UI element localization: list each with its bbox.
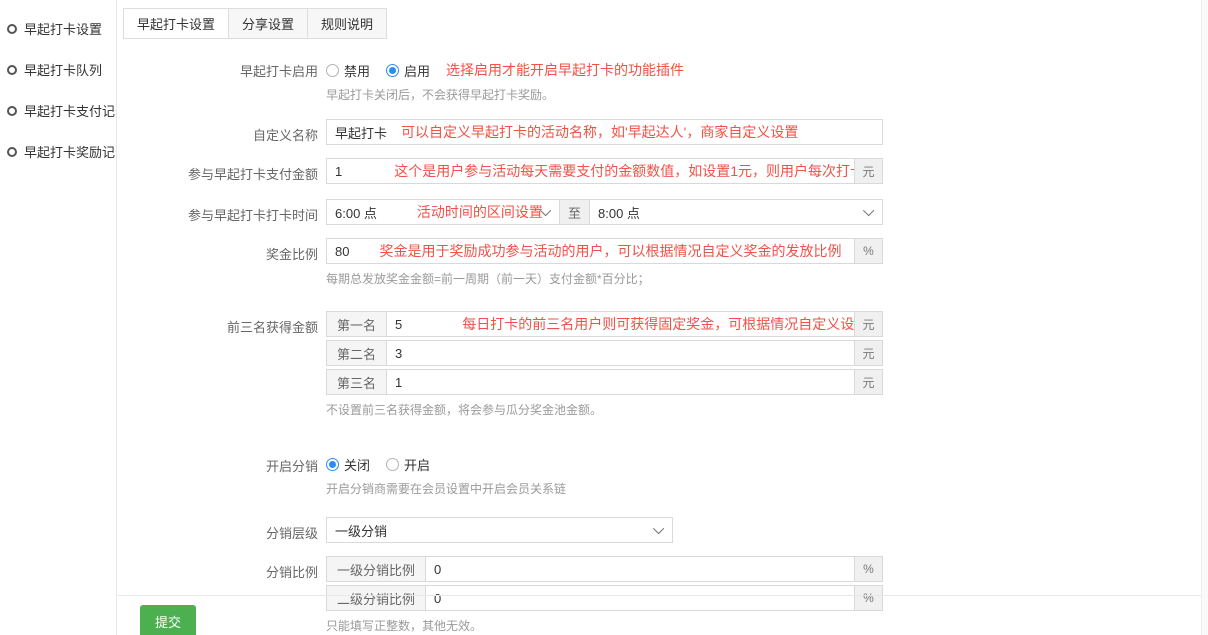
chevron-down-icon <box>863 205 874 216</box>
row-pay-amount: 参与早起打卡支付金额 1 这个是用户参与活动每天需要支付的金额数值，如设置1元，… <box>118 158 1208 184</box>
unit-suffix: % <box>854 239 882 263</box>
input-value: 5 <box>395 317 402 332</box>
top3-third-input[interactable]: 第三名 1 元 <box>326 369 883 395</box>
sidebar-item-label: 早起打卡支付记录 <box>24 101 116 120</box>
circle-icon <box>7 147 17 157</box>
rank-prefix: 第二名 <box>327 341 387 365</box>
input-value: 3 <box>395 346 402 361</box>
radio-off-icon <box>326 64 339 77</box>
row-distribution: 开启分销 关闭 开启 开启分销商需要在会员设置中开启会员关系链 <box>118 450 1208 497</box>
field-help: 开启分销商需要在会员设置中开启会员关系链 <box>326 480 883 497</box>
input-value: 0 <box>434 562 441 577</box>
field-label: 开启分销 <box>118 450 326 475</box>
input-value: 1 <box>395 375 402 390</box>
time-end-select[interactable]: 8:00 点 <box>589 199 883 225</box>
distribution-radio-group: 关闭 开启 <box>326 450 883 474</box>
radio-label: 启用 <box>404 61 430 80</box>
sidebar-item-checkin-queue[interactable]: 早起打卡队列 <box>0 49 116 90</box>
tab-share-settings[interactable]: 分享设置 <box>228 8 308 39</box>
sidebar-item-label: 早起打卡奖励记录 <box>24 142 116 161</box>
tab-bar: 早起打卡设置 分享设置 规则说明 <box>118 0 1208 39</box>
radio-on-icon <box>386 64 399 77</box>
enable-radio-group: 禁用 启用 选择启用才能开启早起打卡的功能插件 <box>326 55 883 80</box>
circle-icon <box>7 65 17 75</box>
row-distribution-level: 分销层级 一级分销 <box>118 517 1208 543</box>
radio-label: 关闭 <box>344 455 370 474</box>
tab-rules[interactable]: 规则说明 <box>307 8 387 39</box>
top3-second-input[interactable]: 第二名 3 元 <box>326 340 883 366</box>
chevron-down-icon <box>653 523 664 534</box>
field-help: 不设置前三名获得金额，将会参与瓜分奖金池金额。 <box>326 401 883 418</box>
rank-prefix: 第一名 <box>327 312 387 336</box>
field-label: 参与早起打卡打卡时间 <box>118 199 326 224</box>
input-value: 80 <box>335 244 349 259</box>
time-separator: 至 <box>559 199 590 225</box>
unit-suffix: % <box>854 557 882 581</box>
row-top3-amount: 前三名获得金额 第一名 5 每日打卡的前三名用户则可获得固定奖金，可根据情况自定… <box>118 311 1208 418</box>
distribution-level-select[interactable]: 一级分销 <box>326 517 673 543</box>
field-hint: 活动时间的区间设置 <box>417 202 543 222</box>
radio-disable[interactable]: 禁用 <box>326 61 370 80</box>
field-label: 分销层级 <box>118 517 326 542</box>
field-help: 每期总发放奖金金额=前一周期（前一天）支付金额*百分比； <box>326 270 883 287</box>
unit-suffix: 元 <box>854 159 882 183</box>
field-hint: 奖金是用于奖励成功参与活动的用户，可以根据情况自定义奖金的发放比例 <box>379 241 841 261</box>
radio-label: 开启 <box>404 455 430 474</box>
row-enable: 早起打卡启用 禁用 启用 选择启用才能开启早起打卡的功能插件 早起打卡关闭后，不… <box>118 55 1208 103</box>
field-label: 分销比例 <box>118 556 326 581</box>
field-hint: 可以自定义早起打卡的活动名称，如'早起达人'，商家自定义设置 <box>401 122 798 142</box>
sidebar: 早起打卡设置 早起打卡队列 早起打卡支付记录 早起打卡奖励记录 <box>0 0 117 635</box>
input-value: 早起打卡 <box>335 123 387 142</box>
row-time-range: 参与早起打卡打卡时间 6:00 点 活动时间的区间设置 至 8:00 点 <box>118 199 1208 225</box>
settings-form: 早起打卡启用 禁用 启用 选择启用才能开启早起打卡的功能插件 早起打卡关闭后，不… <box>118 39 1208 635</box>
circle-icon <box>7 24 17 34</box>
bonus-ratio-input[interactable]: 80 奖金是用于奖励成功参与活动的用户，可以根据情况自定义奖金的发放比例 % <box>326 238 883 264</box>
field-hint: 这个是用户参与活动每天需要支付的金额数值，如设置1元，则用户每次打卡的需要支付1… <box>394 161 854 181</box>
field-hint: 每日打卡的前三名用户则可获得固定奖金，可根据情况自定义设置 <box>462 314 854 334</box>
field-label: 早起打卡启用 <box>118 55 326 80</box>
level1-ratio-input[interactable]: 一级分销比例 0 % <box>326 556 883 582</box>
field-label: 参与早起打卡支付金额 <box>118 158 326 183</box>
main-content: 早起打卡设置 分享设置 规则说明 早起打卡启用 禁用 启用 选择启用才能开启早起… <box>118 0 1208 635</box>
rank-prefix: 第三名 <box>327 370 387 394</box>
field-hint: 选择启用才能开启早起打卡的功能插件 <box>446 60 684 80</box>
sidebar-item-label: 早起打卡队列 <box>24 60 102 79</box>
sidebar-item-label: 早起打卡设置 <box>24 19 102 38</box>
tab-checkin-settings[interactable]: 早起打卡设置 <box>123 8 229 39</box>
unit-suffix: 元 <box>854 312 882 336</box>
top3-first-input[interactable]: 第一名 5 每日打卡的前三名用户则可获得固定奖金，可根据情况自定义设置 元 <box>326 311 883 337</box>
select-value: 8:00 点 <box>598 203 640 222</box>
field-help: 早起打卡关闭后，不会获得早起打卡奖励。 <box>326 86 883 103</box>
ratio-prefix: 一级分销比例 <box>327 557 426 581</box>
radio-open[interactable]: 开启 <box>386 455 430 474</box>
radio-label: 禁用 <box>344 61 370 80</box>
row-bonus-ratio: 奖金比例 80 奖金是用于奖励成功参与活动的用户，可以根据情况自定义奖金的发放比… <box>118 238 1208 287</box>
custom-name-input[interactable]: 早起打卡 可以自定义早起打卡的活动名称，如'早起达人'，商家自定义设置 <box>326 119 883 145</box>
scrollbar[interactable] <box>1201 0 1208 635</box>
sidebar-item-reward-records[interactable]: 早起打卡奖励记录 <box>0 131 116 172</box>
select-value: 一级分销 <box>335 521 387 540</box>
radio-enable[interactable]: 启用 <box>386 61 430 80</box>
field-label: 前三名获得金额 <box>118 311 326 336</box>
field-label: 奖金比例 <box>118 238 326 263</box>
sidebar-item-payment-records[interactable]: 早起打卡支付记录 <box>0 90 116 131</box>
row-custom-name: 自定义名称 早起打卡 可以自定义早起打卡的活动名称，如'早起达人'，商家自定义设… <box>118 119 1208 145</box>
unit-suffix: 元 <box>854 341 882 365</box>
sidebar-item-checkin-settings[interactable]: 早起打卡设置 <box>0 8 116 49</box>
form-footer: 提交 <box>118 595 1208 635</box>
submit-button[interactable]: 提交 <box>140 605 196 635</box>
time-start-select[interactable]: 6:00 点 活动时间的区间设置 <box>326 199 560 225</box>
input-value: 1 <box>335 164 342 179</box>
circle-icon <box>7 106 17 116</box>
field-label: 自定义名称 <box>118 119 326 144</box>
radio-off-icon <box>386 458 399 471</box>
radio-on-icon <box>326 458 339 471</box>
select-value: 6:00 点 <box>335 203 377 222</box>
radio-close[interactable]: 关闭 <box>326 455 370 474</box>
pay-amount-input[interactable]: 1 这个是用户参与活动每天需要支付的金额数值，如设置1元，则用户每次打卡的需要支… <box>326 158 883 184</box>
unit-suffix: 元 <box>854 370 882 394</box>
